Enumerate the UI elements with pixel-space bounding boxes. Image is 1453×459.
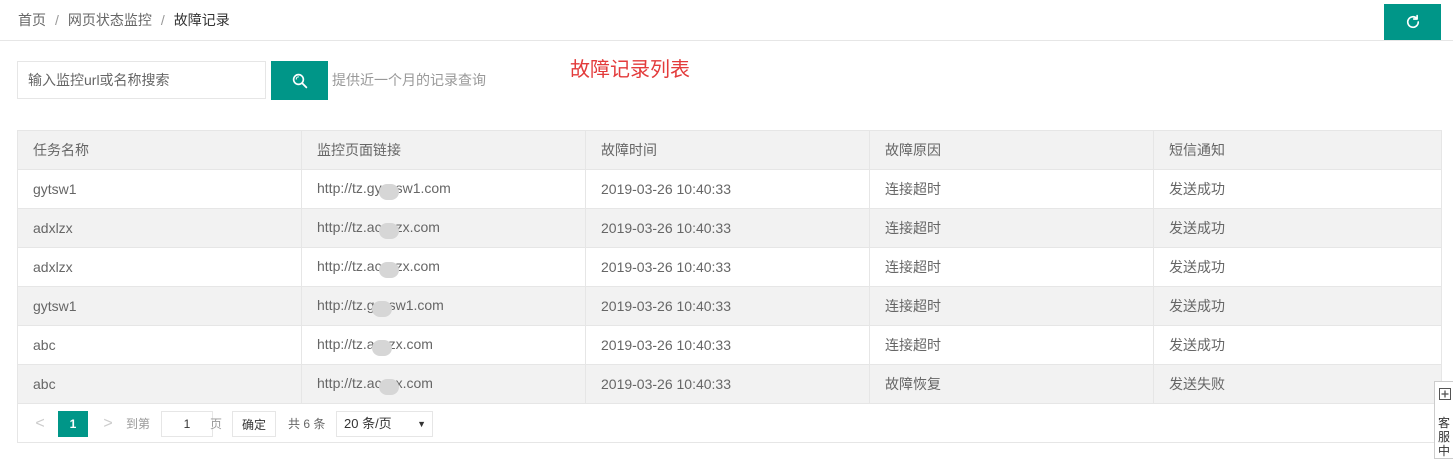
breadcrumb-home[interactable]: 首页 <box>18 12 46 28</box>
table-row[interactable]: adxlzx http://tz.ac zx.com 2019-03-26 10:… <box>17 208 1442 248</box>
url-text: zx.com <box>395 258 440 275</box>
url-text: sw1.com <box>395 180 451 197</box>
table-row[interactable]: gytsw1 http://tz.g sw1.com 2019-03-26 10:… <box>17 286 1442 326</box>
total-count: 共 6 条 <box>288 417 326 431</box>
customer-service-label: 客服中 <box>1438 416 1451 458</box>
cell-fault-time: 2019-03-26 10:40:33 <box>585 325 870 365</box>
cell-fault-time: 2019-03-26 10:40:33 <box>585 364 870 404</box>
table-row[interactable]: abc http://tz.a zx.com 2019-03-26 10:40:3… <box>17 325 1442 365</box>
breadcrumb-section[interactable]: 网页状态监控 <box>68 12 152 28</box>
cell-sms-notice: 发送失败 <box>1153 364 1442 404</box>
table-header-row: 任务名称 监控页面链接 故障时间 故障原因 短信通知 <box>17 130 1442 170</box>
pagination: < 1 > 到第 页 确定 共 6 条 20 条/页 ▼ <box>17 404 1441 443</box>
url-text: http://tz.gy <box>317 180 382 197</box>
url-text: sw1.com <box>388 297 444 314</box>
breadcrumb-current: 故障记录 <box>173 12 230 28</box>
url-text: zx.com <box>395 219 440 236</box>
redaction-mark <box>378 183 399 200</box>
prev-page-button[interactable]: < <box>30 411 50 437</box>
cell-sms-notice: 发送成功 <box>1153 169 1442 209</box>
search-input[interactable] <box>17 61 266 99</box>
cell-task-name: abc <box>17 325 302 365</box>
breadcrumb-separator: / <box>160 12 165 28</box>
url-text: http://tz.ac <box>317 258 382 275</box>
table-row[interactable]: abc http://tz.ac x.com 2019-03-26 10:40:3… <box>17 364 1442 404</box>
refresh-button[interactable] <box>1384 4 1441 40</box>
cell-url: http://tz.g sw1.com <box>301 286 586 326</box>
plus-box-icon <box>1439 388 1451 400</box>
url-text: zx.com <box>388 336 433 353</box>
records-table: 任务名称 监控页面链接 故障时间 故障原因 短信通知 gytsw1 http:/… <box>17 130 1442 404</box>
table-row[interactable]: adxlzx http://tz.ac zx.com 2019-03-26 10:… <box>17 247 1442 287</box>
table-row[interactable]: gytsw1 http://tz.gy sw1.com 2019-03-26 10… <box>17 169 1442 209</box>
cell-fault-reason: 连接超时 <box>869 208 1154 248</box>
cell-sms-notice: 发送成功 <box>1153 325 1442 365</box>
search-icon <box>292 73 307 88</box>
cell-url: http://tz.a zx.com <box>301 325 586 365</box>
search-hint: 提供近一个月的记录查询 <box>332 72 486 88</box>
redaction-mark <box>378 378 399 395</box>
page-size-select[interactable]: 20 条/页 ▼ <box>336 411 433 437</box>
goto-label: 到第 <box>126 417 151 431</box>
cell-fault-reason: 连接超时 <box>869 169 1154 209</box>
url-text: http://tz.a <box>317 336 375 353</box>
current-page-button[interactable]: 1 <box>58 411 88 437</box>
cell-url: http://tz.gy sw1.com <box>301 169 586 209</box>
redaction-mark <box>371 300 392 317</box>
customer-service-widget[interactable]: 客服中 <box>1434 381 1453 459</box>
page-size-value: 20 条/页 <box>344 416 392 431</box>
url-text: x.com <box>395 375 433 392</box>
header-fault-time[interactable]: 故障时间 <box>585 130 870 170</box>
page-unit-label: 页 <box>210 417 223 431</box>
redaction-mark <box>378 222 399 239</box>
cell-sms-notice: 发送成功 <box>1153 208 1442 248</box>
cell-sms-notice: 发送成功 <box>1153 286 1442 326</box>
url-text: http://tz.g <box>317 297 375 314</box>
next-page-button[interactable]: > <box>98 411 118 437</box>
header-url[interactable]: 监控页面链接 <box>301 130 586 170</box>
header-fault-reason[interactable]: 故障原因 <box>869 130 1154 170</box>
list-title: 故障记录列表 <box>570 59 690 81</box>
header-task-name[interactable]: 任务名称 <box>17 130 302 170</box>
tab-indicator <box>598 0 706 1</box>
cell-fault-time: 2019-03-26 10:40:33 <box>585 286 870 326</box>
cell-sms-notice: 发送成功 <box>1153 247 1442 287</box>
search-button[interactable] <box>271 61 328 100</box>
cell-fault-time: 2019-03-26 10:40:33 <box>585 169 870 209</box>
url-text: http://tz.ac <box>317 219 382 236</box>
cell-task-name: gytsw1 <box>17 169 302 209</box>
goto-page-input[interactable] <box>161 411 213 437</box>
dropdown-arrow-icon: ▼ <box>417 419 426 429</box>
cell-url: http://tz.ac x.com <box>301 364 586 404</box>
cell-task-name: adxlzx <box>17 208 302 248</box>
top-bar: 首页 / 网页状态监控 / 故障记录 <box>0 0 1453 41</box>
cell-task-name: adxlzx <box>17 247 302 287</box>
goto-confirm-button[interactable]: 确定 <box>232 411 276 437</box>
cell-fault-reason: 连接超时 <box>869 286 1154 326</box>
cell-url: http://tz.ac zx.com <box>301 208 586 248</box>
url-text: http://tz.ac <box>317 375 382 392</box>
header-sms-notice[interactable]: 短信通知 <box>1153 130 1442 170</box>
cell-fault-reason: 故障恢复 <box>869 364 1154 404</box>
redaction-mark <box>371 339 392 356</box>
breadcrumb-separator: / <box>55 12 59 28</box>
cell-fault-time: 2019-03-26 10:40:33 <box>585 208 870 248</box>
redaction-mark <box>378 261 399 278</box>
breadcrumb: 首页 / 网页状态监控 / 故障记录 <box>18 11 230 29</box>
refresh-icon <box>1406 14 1419 29</box>
cell-fault-time: 2019-03-26 10:40:33 <box>585 247 870 287</box>
cell-task-name: gytsw1 <box>17 286 302 326</box>
cell-task-name: abc <box>17 364 302 404</box>
cell-fault-reason: 连接超时 <box>869 247 1154 287</box>
cell-url: http://tz.ac zx.com <box>301 247 586 287</box>
cell-fault-reason: 连接超时 <box>869 325 1154 365</box>
